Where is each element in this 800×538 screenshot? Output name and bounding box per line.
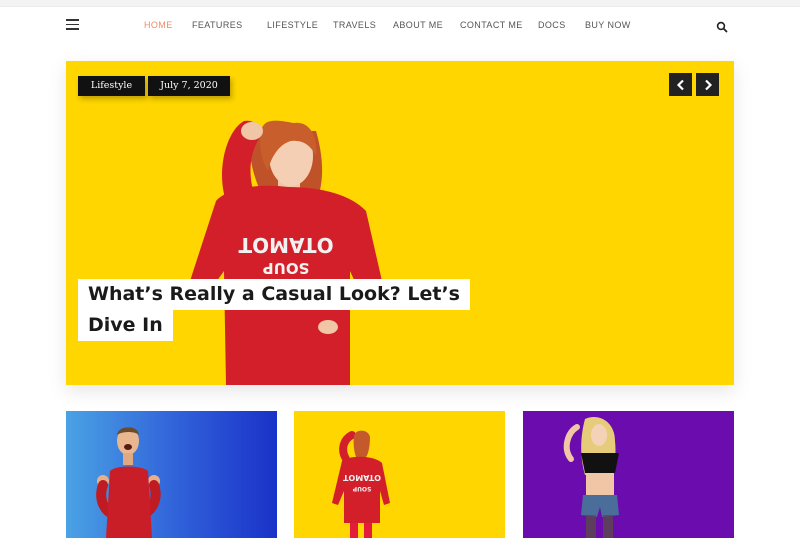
browser-top-strip [0, 0, 800, 7]
chevron-left-icon [676, 79, 684, 90]
post-card-image-2: OTAMOT SOUP [332, 430, 390, 538]
main-nav: HOME FEATURES LIFESTYLE TRAVELS ABOUT ME… [0, 20, 800, 34]
nav-item-about-me[interactable]: ABOUT ME [393, 20, 443, 30]
chevron-right-icon [704, 79, 712, 90]
post-card-image-1 [96, 427, 161, 538]
category-tag[interactable]: Lifestyle [78, 76, 145, 96]
nav-item-lifestyle[interactable]: LIFESTYLE [267, 20, 318, 30]
nav-item-docs[interactable]: DOCS [538, 20, 566, 30]
nav-item-features[interactable]: FEATURES [192, 20, 243, 30]
card-2-shirt-text-1: OTAMOT [342, 473, 381, 482]
slider-next-button[interactable] [696, 73, 719, 96]
hero-shirt-text-2: SOUP [263, 259, 310, 277]
slider-prev-button[interactable] [669, 73, 692, 96]
hero-title-text[interactable]: What’s Really a Casual Look? Let’s Dive … [78, 279, 470, 341]
search-icon[interactable] [716, 20, 728, 33]
date-tag[interactable]: July 7, 2020 [148, 76, 230, 96]
hero-title[interactable]: What’s Really a Casual Look? Let’s Dive … [78, 279, 488, 341]
hero-slider[interactable]: OTAMOT SOUP Lifestyle July 7, 2020 What’… [66, 61, 734, 385]
nav-item-travels[interactable]: TRAVELS [333, 20, 376, 30]
nav-item-contact-me[interactable]: CONTACT ME [460, 20, 523, 30]
nav-item-buy-now[interactable]: BUY NOW [585, 20, 631, 30]
site-header: HOME FEATURES LIFESTYLE TRAVELS ABOUT ME… [0, 7, 800, 47]
post-card-2[interactable]: OTAMOT SOUP [294, 411, 505, 538]
post-card-3[interactable] [523, 411, 734, 538]
post-card-image-3 [563, 417, 619, 538]
nav-item-home[interactable]: HOME [144, 20, 173, 30]
post-card-1[interactable] [66, 411, 277, 538]
card-2-shirt-text-2: SOUP [352, 485, 371, 492]
hero-shirt-text-1: OTAMOT [238, 233, 333, 257]
